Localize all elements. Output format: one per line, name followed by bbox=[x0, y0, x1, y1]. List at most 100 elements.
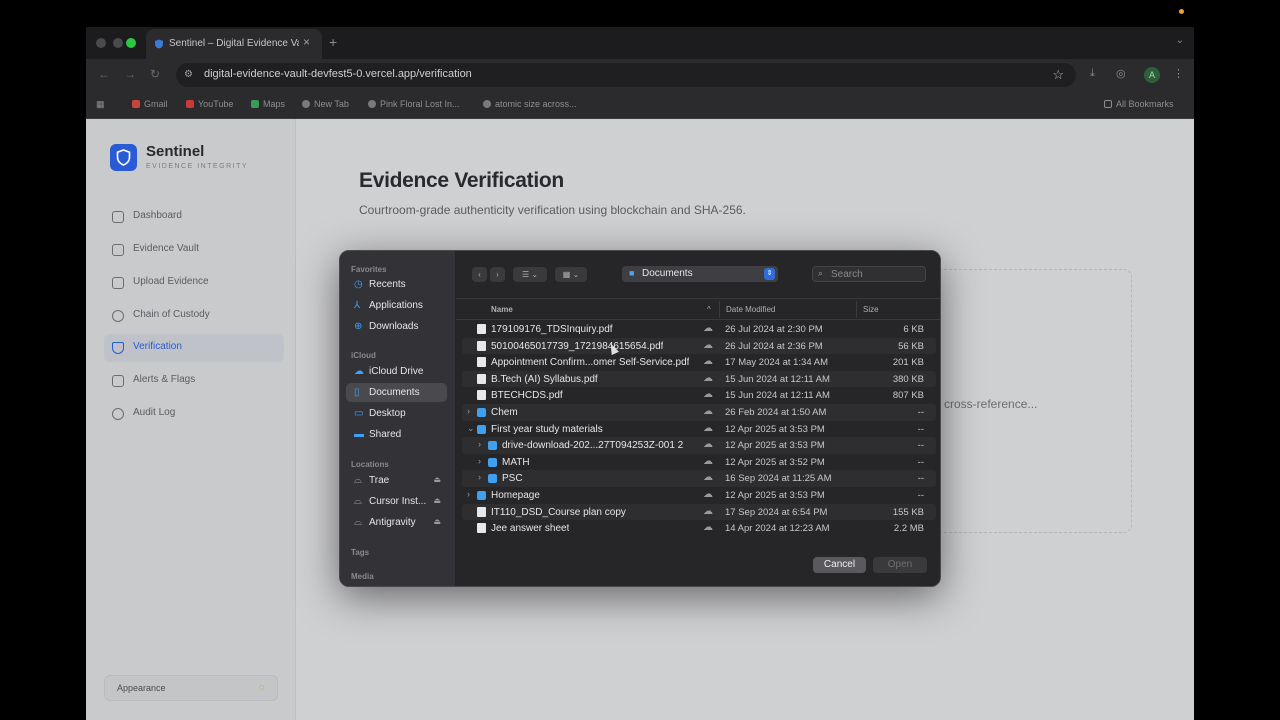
file-date: 12 Apr 2025 at 3:53 PM bbox=[725, 490, 825, 501]
back-chevron-icon[interactable]: ‹ bbox=[472, 267, 487, 282]
sidebar-item-alerts-flags[interactable]: Alerts & Flags bbox=[104, 367, 284, 395]
sidebar-trae[interactable]: ⌓ Trae ⏏ bbox=[346, 471, 447, 490]
site-settings-icon[interactable]: ⚙ bbox=[184, 69, 193, 80]
sidebar-item-evidence-vault[interactable]: Evidence Vault bbox=[104, 236, 284, 264]
tab-search-chevron-icon[interactable]: ⌄ bbox=[1176, 35, 1184, 46]
maximize-window-button[interactable] bbox=[126, 38, 136, 48]
new-tab-button[interactable]: + bbox=[329, 34, 337, 50]
cloud-download-icon[interactable]: ☁ bbox=[703, 439, 713, 450]
address-bar[interactable]: ⚙ digital-evidence-vault-devfest5-0.verc… bbox=[176, 63, 1076, 87]
bookmark-gmail[interactable]: Gmail bbox=[132, 99, 168, 109]
cloud-download-icon[interactable]: ☁ bbox=[703, 506, 713, 517]
sidebar-antigravity[interactable]: ⌓ Antigravity ⏏ bbox=[346, 513, 447, 532]
sidebar-cursor-installer[interactable]: ⌓ Cursor Inst... ⏏ bbox=[346, 492, 447, 511]
drive-icon: ⌓ bbox=[354, 496, 362, 507]
close-window-button[interactable] bbox=[96, 38, 106, 48]
column-name[interactable]: Name bbox=[491, 305, 513, 314]
disclosure-collapsed-icon[interactable]: › bbox=[478, 456, 481, 466]
cloud-download-icon[interactable]: ☁ bbox=[703, 389, 713, 400]
cloud-download-icon[interactable]: ☁ bbox=[703, 472, 713, 483]
sidebar-desktop[interactable]: ▭ Desktop bbox=[346, 404, 447, 423]
sidebar-downloads[interactable]: ⊕ Downloads bbox=[346, 317, 447, 336]
disclosure-collapsed-icon[interactable]: › bbox=[478, 472, 481, 482]
folder-row[interactable]: › PSC ☁ 16 Sep 2024 at 11:25 AM -- bbox=[462, 470, 936, 487]
search-field[interactable]: ⌕ bbox=[812, 266, 926, 282]
sidebar-item-audit-log[interactable]: Audit Log bbox=[104, 400, 284, 428]
shared-folder-icon: ▬ bbox=[354, 429, 364, 440]
cloud-download-icon[interactable]: ☁ bbox=[703, 522, 713, 533]
open-button[interactable]: Open bbox=[873, 557, 927, 573]
folder-row[interactable]: › MATH ☁ 12 Apr 2025 at 3:52 PM -- bbox=[462, 454, 936, 471]
folder-row[interactable]: ⌄ First year study materials ☁ 12 Apr 2025 … bbox=[462, 421, 936, 438]
sidebar-icloud-drive[interactable]: ☁ iCloud Drive bbox=[346, 362, 447, 381]
appearance-toggle[interactable]: Appearance ☼ bbox=[104, 675, 278, 701]
extension-icon[interactable]: ◎ bbox=[1116, 67, 1126, 80]
folder-row[interactable]: › Chem ☁ 26 Feb 2024 at 1:50 AM -- bbox=[462, 404, 936, 421]
sidebar-item-upload-evidence[interactable]: Upload Evidence bbox=[104, 269, 284, 297]
eject-icon[interactable]: ⏏ bbox=[433, 475, 441, 484]
forward-icon[interactable]: → bbox=[124, 67, 136, 81]
minimize-window-button[interactable] bbox=[113, 38, 123, 48]
sidebar-item-verification[interactable]: Verification bbox=[104, 334, 284, 362]
cloud-download-icon[interactable]: ☁ bbox=[703, 373, 713, 384]
cloud-download-icon[interactable]: ☁ bbox=[703, 489, 713, 500]
column-size[interactable]: Size bbox=[863, 305, 879, 314]
tab-sentinel[interactable]: Sentinel – Digital Evidence Vault × bbox=[146, 29, 322, 59]
back-icon[interactable]: ← bbox=[98, 67, 110, 81]
file-row[interactable]: Appointment Confirm...omer Self-Service.… bbox=[462, 354, 936, 371]
document-icon bbox=[477, 373, 486, 384]
cloud-download-icon[interactable]: ☁ bbox=[703, 406, 713, 417]
sidebar-item-chain-of-custody[interactable]: Chain of Custody bbox=[104, 302, 284, 330]
bookmark-atomic-size[interactable]: atomic size across... bbox=[483, 99, 577, 109]
sidebar-documents[interactable]: ▯ Documents bbox=[346, 383, 447, 402]
search-input[interactable] bbox=[831, 268, 921, 280]
sidebar-recents[interactable]: ◷ Recents bbox=[346, 275, 447, 294]
disclosure-collapsed-icon[interactable]: › bbox=[478, 439, 481, 449]
sidebar-applications[interactable]: ⅄ Applications bbox=[346, 296, 447, 315]
all-bookmarks[interactable]: All Bookmarks bbox=[1104, 99, 1174, 109]
file-row[interactable]: B.Tech (AI) Syllabus.pdf ☁ 15 Jun 2024 at … bbox=[462, 370, 936, 388]
file-row[interactable]: IT110_DSD_Course plan copy ☁ 17 Sep 2024 a… bbox=[462, 503, 936, 521]
profile-avatar[interactable]: A bbox=[1144, 67, 1160, 83]
disclosure-expanded-icon[interactable]: ⌄ bbox=[467, 423, 475, 434]
column-date[interactable]: Date Modified bbox=[726, 305, 775, 314]
bookmark-pink-floral[interactable]: Pink Floral Lost In... bbox=[368, 99, 460, 109]
folder-row[interactable]: › drive-download-202...27T094253Z-001 2 ☁ 1… bbox=[462, 437, 936, 454]
sidebar-shared[interactable]: ▬ Shared bbox=[346, 425, 447, 444]
file-row[interactable]: 50100465017739_1721984615654.pdf ☁ 26 Jul … bbox=[462, 337, 936, 355]
file-row[interactable]: 179109176_TDSInquiry.pdf ☁ 26 Jul 2024 at … bbox=[462, 321, 936, 338]
location-dropdown[interactable]: ■ Documents ⇕ bbox=[622, 266, 778, 282]
apps-grid-icon[interactable]: ▦ bbox=[96, 99, 105, 110]
forward-chevron-icon[interactable]: › bbox=[490, 267, 505, 282]
cloud-download-icon[interactable]: ☁ bbox=[703, 323, 713, 334]
reload-icon[interactable]: ↻ bbox=[150, 67, 160, 81]
cancel-button[interactable]: Cancel bbox=[813, 557, 866, 573]
folder-row[interactable]: › Homepage ☁ 12 Apr 2025 at 3:53 PM -- bbox=[462, 487, 936, 504]
list-view-button[interactable]: ☰ ⌄ bbox=[513, 267, 547, 282]
menu-icon[interactable]: ⋮ bbox=[1173, 67, 1184, 80]
sidebar-item-dashboard[interactable]: Dashboard bbox=[104, 203, 284, 231]
file-row[interactable]: Jee answer sheet ☁ 14 Apr 2024 at 12:23 AM… bbox=[462, 520, 936, 537]
cloud-download-icon[interactable]: ☁ bbox=[703, 423, 713, 434]
grid-view-button[interactable]: ▦ ⌄ bbox=[555, 267, 587, 282]
eject-icon[interactable]: ⏏ bbox=[433, 496, 441, 505]
file-date: 26 Jul 2024 at 2:30 PM bbox=[725, 324, 823, 335]
cloud-download-icon[interactable]: ☁ bbox=[703, 456, 713, 467]
download-icon[interactable]: ⤓ bbox=[1090, 67, 1095, 80]
eject-icon[interactable]: ⏏ bbox=[433, 517, 441, 526]
cloud-download-icon[interactable]: ☁ bbox=[703, 356, 713, 367]
bookmark-youtube[interactable]: YouTube bbox=[186, 99, 233, 109]
file-size: 155 KB bbox=[892, 506, 924, 518]
bookmark-maps[interactable]: Maps bbox=[251, 99, 285, 109]
cloud-download-icon[interactable]: ☁ bbox=[703, 340, 713, 351]
file-date: 15 Jun 2024 at 12:11 AM bbox=[725, 390, 830, 402]
bookmark-star-icon[interactable]: ☆ bbox=[1052, 67, 1064, 83]
file-row[interactable]: BTECHCDS.pdf ☁ 15 Jun 2024 at 12:11 AM 807 … bbox=[462, 387, 936, 404]
applications-icon: ⅄ bbox=[354, 300, 361, 311]
desktop-icon: ▭ bbox=[354, 408, 364, 419]
disclosure-collapsed-icon[interactable]: › bbox=[467, 406, 470, 416]
bookmark-new-tab[interactable]: New Tab bbox=[302, 99, 349, 109]
close-tab-icon[interactable]: × bbox=[303, 35, 310, 49]
disclosure-collapsed-icon[interactable]: › bbox=[467, 489, 470, 499]
search-icon: ⌕ bbox=[818, 268, 824, 278]
